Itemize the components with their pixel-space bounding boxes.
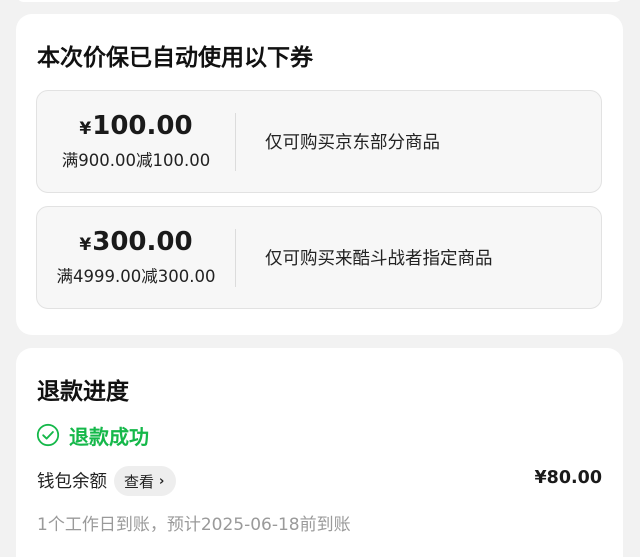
coupon-amount: ¥100.00 <box>37 111 235 141</box>
refund-section-title: 退款进度 <box>37 379 129 405</box>
coupon-divider <box>235 229 236 287</box>
coupon-condition: 满900.00减100.00 <box>61 151 211 170</box>
previous-card-edge <box>16 0 623 2</box>
currency-symbol: ¥ <box>79 119 92 139</box>
refund-status: 退款成功 <box>36 422 149 449</box>
coupon-value-block: ¥100.00 满900.00减100.00 <box>37 91 235 192</box>
view-wallet-button[interactable]: 查看 › <box>114 466 177 496</box>
coupon-divider <box>235 113 236 171</box>
view-button-label: 查看 <box>124 472 155 491</box>
coupon-scope: 仅可购买京东部分商品 <box>265 133 440 153</box>
coupon-amount: ¥300.00 <box>37 227 235 257</box>
refund-amount: ¥80.00 <box>534 468 602 488</box>
coupon-condition: 满4999.00减300.00 <box>56 267 216 286</box>
coupon-item: ¥100.00 满900.00减100.00 仅可购买京东部分商品 <box>36 90 602 193</box>
coupon-amount-value: 100.00 <box>92 111 193 141</box>
refund-progress-card: 退款进度 退款成功 钱包余额 查看 › ¥80.00 1个工作日到账，预计202… <box>16 348 623 557</box>
check-circle-icon <box>36 423 60 447</box>
coupon-usage-card: 本次价保已自动使用以下券 ¥100.00 满900.00减100.00 仅可购买… <box>16 14 623 335</box>
refund-status-text: 退款成功 <box>69 424 149 449</box>
coupon-section-title: 本次价保已自动使用以下券 <box>37 45 313 71</box>
coupon-value-block: ¥300.00 满4999.00减300.00 <box>37 207 235 308</box>
arrival-estimate-note: 1个工作日到账，预计2025-06-18前到账 <box>37 515 351 535</box>
coupon-item: ¥300.00 满4999.00减300.00 仅可购买来酷斗战者指定商品 <box>36 206 602 309</box>
coupon-amount-value: 300.00 <box>92 227 193 257</box>
wallet-balance-label: 钱包余额 <box>37 472 107 492</box>
chevron-right-icon: › <box>159 473 165 489</box>
currency-symbol: ¥ <box>79 235 92 255</box>
coupon-scope: 仅可购买来酷斗战者指定商品 <box>265 249 493 269</box>
